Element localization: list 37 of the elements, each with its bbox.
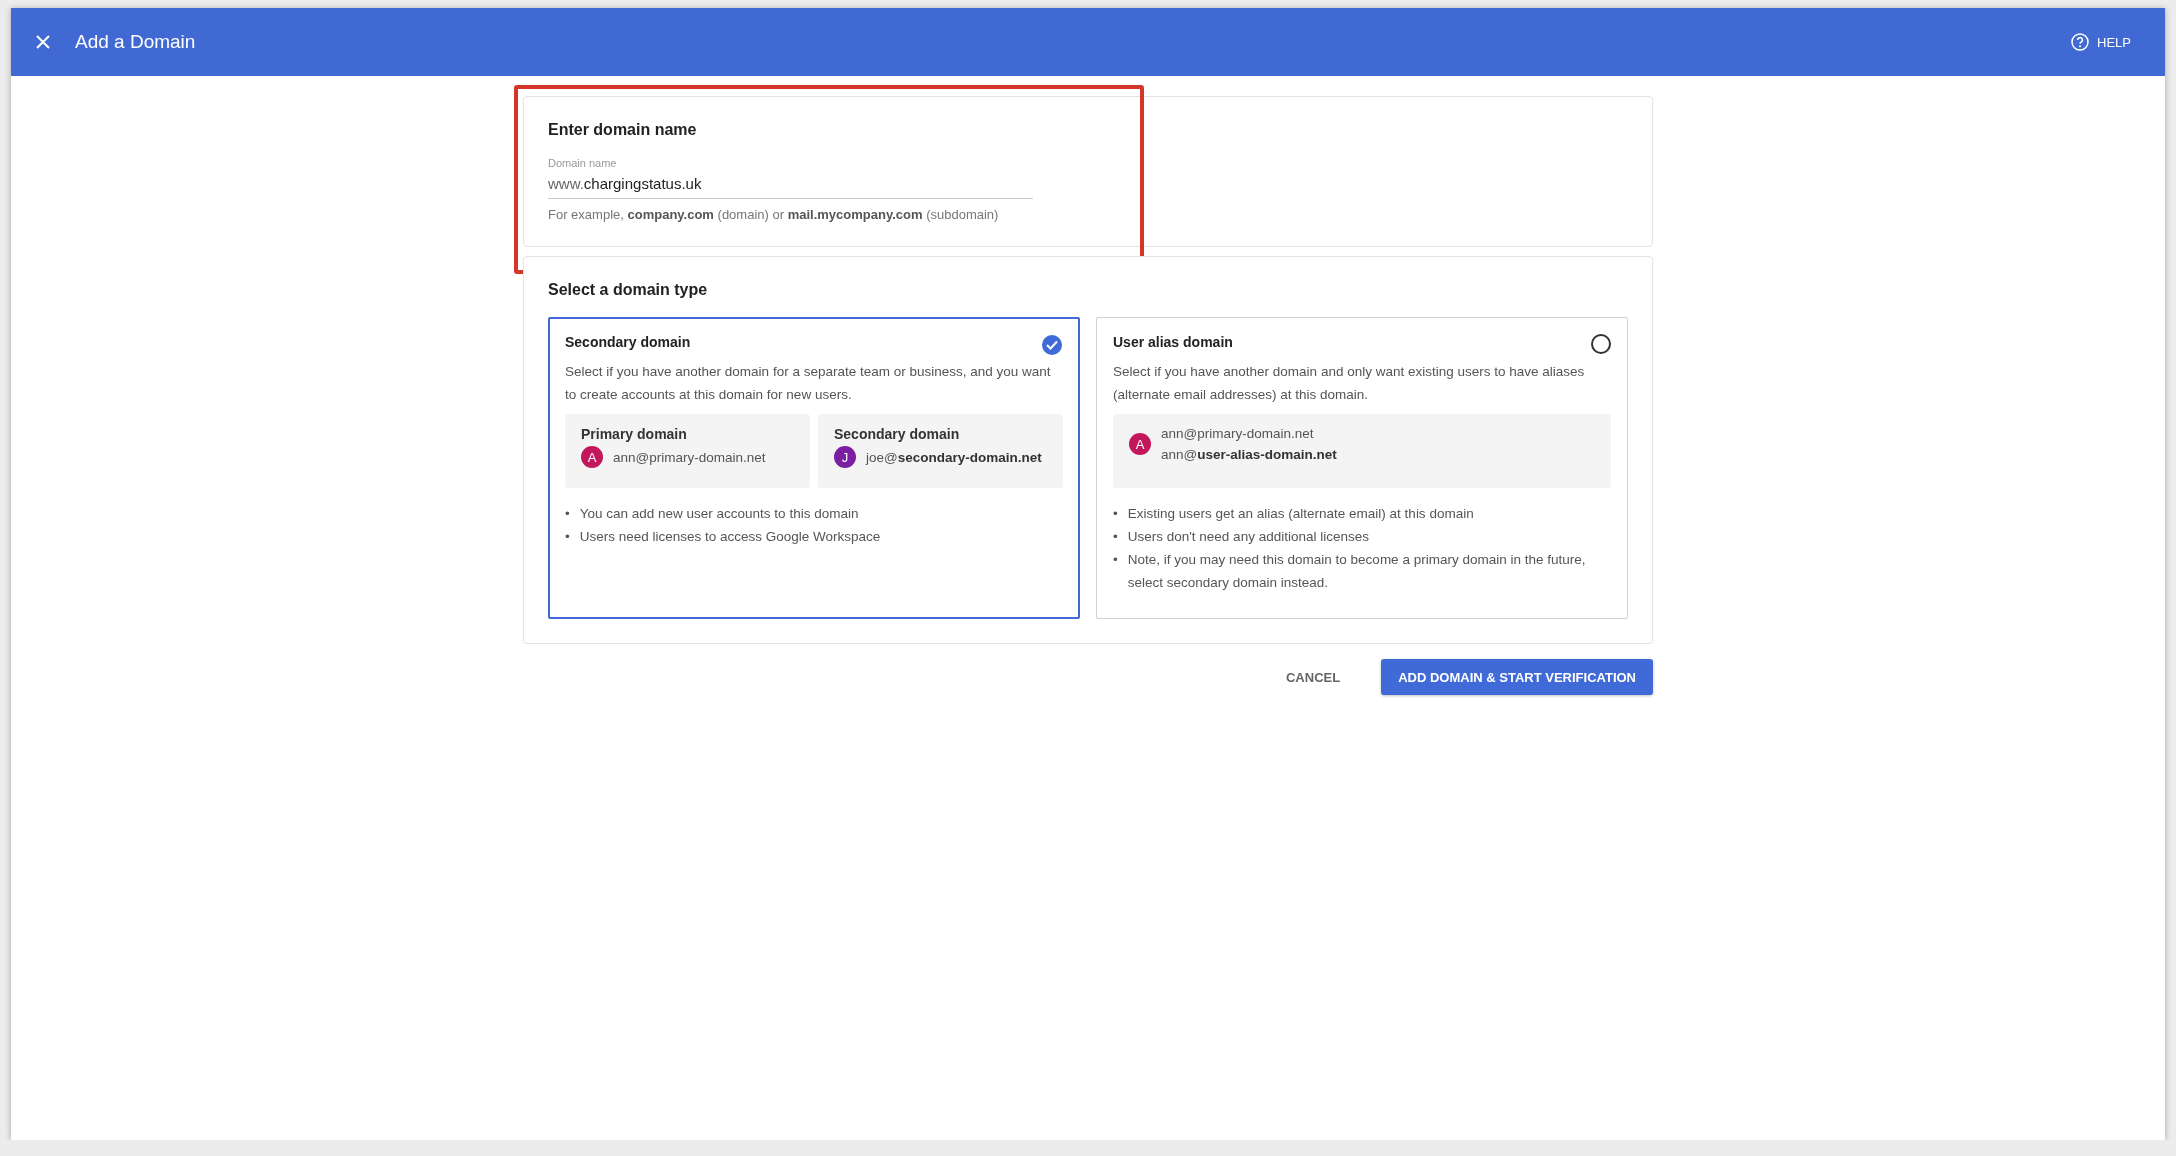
bullet-marker: • [1113, 528, 1118, 546]
bullet-marker: • [1113, 551, 1118, 569]
avatar: A [1129, 433, 1151, 455]
bullet-item: Users need licenses to access Google Workspace [579, 528, 881, 546]
check-circle-icon [1042, 335, 1062, 355]
email-address: ann@primary-domain.net [1161, 426, 1315, 441]
field-hint: For example, company.com (domain) or mail.mycompany.com (subdomain) [548, 207, 1000, 222]
cancel-button[interactable]: CANCEL [1269, 659, 1358, 695]
email-address: ann@user-alias-domain.net [1161, 447, 1337, 462]
example-label: Secondary domain [834, 426, 961, 442]
option-description: Select if you have another domain and only want existing users to have aliases (alternate email addresses) at this domain. [1113, 363, 1586, 404]
bullet-item: Existing users get an alias (alternate email) at this domain [1127, 505, 1474, 523]
page-title: Add a Domain [75, 31, 197, 53]
field-label: Domain name [548, 157, 618, 169]
card-title: Enter domain name [548, 121, 698, 139]
option-description: Select if you have another domain for a separate team or business, and you want to create accounts at this domain for new users. [565, 363, 1052, 404]
option-title: User alias domain [1113, 334, 1233, 350]
help-icon [2071, 33, 2090, 51]
domain-type-option[interactable] [548, 317, 1080, 619]
domain-name-field[interactable]: www.chargingstatus.uk [548, 175, 1033, 199]
avatar: J [834, 446, 856, 468]
bullet-marker: • [565, 505, 570, 523]
radio-circle-icon [1591, 334, 1611, 354]
bullet-marker: • [565, 528, 570, 546]
email-address: ann@primary-domain.net [613, 449, 766, 465]
bullet-marker: • [1113, 505, 1118, 523]
bullet-item: You can add new user accounts to this domain [579, 505, 859, 523]
email-address: joe@secondary-domain.net [866, 449, 1042, 465]
bullet-item: Note, if you may need this domain to become a primary domain in the future, select secondary domain instead. [1127, 551, 1587, 592]
option-title: Secondary domain [565, 334, 691, 350]
add-domain-button[interactable]: ADD DOMAIN & START VERIFICATION [1381, 659, 1653, 695]
close-icon [35, 34, 51, 50]
avatar: A [581, 446, 603, 468]
example-label: Primary domain [581, 426, 688, 442]
card-title: Select a domain type [548, 281, 709, 299]
help-button[interactable]: HELP [2067, 29, 2135, 55]
bullet-item: Users don't need any additional licenses [1127, 528, 1369, 546]
